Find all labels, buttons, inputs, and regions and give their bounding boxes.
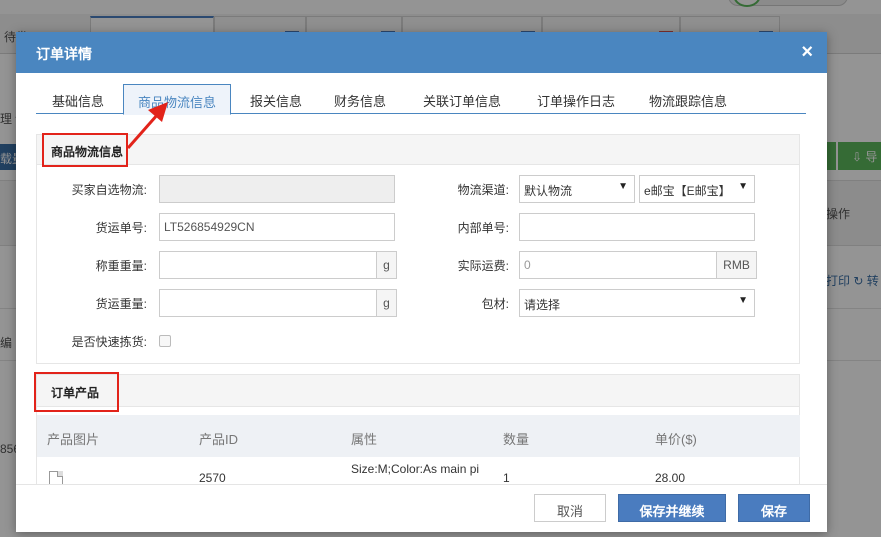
table-row: 2570 Size:M;Color:As main pi 1 28.00 — [37, 457, 800, 484]
products-section: 订单产品 产品图片 产品ID 属性 数量 单价($) 2570 Size:M;C… — [36, 374, 800, 484]
column-header-image: 产品图片 — [47, 432, 100, 447]
weigh-weight-input[interactable] — [159, 251, 377, 279]
modal-content[interactable]: 商品物流信息 买家自选物流: 物流渠道: 默认物流 ▼ e邮宝【E邮宝】 ▼ 货… — [36, 134, 800, 484]
logistics-section-header: 商品物流信息 — [37, 135, 799, 165]
packaging-label: 包材: — [481, 297, 509, 311]
modal-footer: 取消 保存并继续 保存 — [16, 484, 827, 532]
modal-title: 订单详情 — [36, 46, 92, 62]
cancel-button[interactable]: 取消 — [534, 494, 606, 522]
ship-weight-unit-addon: g — [377, 289, 397, 317]
quick-pick-label: 是否快速拣货: — [71, 335, 147, 349]
logistics-section: 商品物流信息 买家自选物流: 物流渠道: 默认物流 ▼ e邮宝【E邮宝】 ▼ 货… — [36, 134, 800, 364]
carrier-select[interactable]: e邮宝【E邮宝】 ▼ — [639, 175, 755, 203]
freight-unit-addon: RMB — [717, 251, 757, 279]
save-button[interactable]: 保存 — [738, 494, 810, 522]
column-header-unit-price: 单价($) — [655, 432, 697, 447]
quantity-cell: 1 — [503, 471, 510, 484]
carrier-select-value: e邮宝【E邮宝】 — [644, 184, 731, 198]
tab-customs-info[interactable]: 报关信息 — [246, 84, 306, 114]
freight-label: 实际运费: — [457, 259, 509, 273]
ship-weight-input[interactable] — [159, 289, 377, 317]
column-header-quantity: 数量 — [503, 432, 530, 447]
products-table-header: 产品图片 产品ID 属性 数量 单价($) — [37, 415, 800, 457]
channel-select-value: 默认物流 — [524, 184, 573, 198]
products-section-header: 订单产品 — [37, 375, 799, 407]
modal-header: 订单详情 × — [16, 32, 827, 73]
attributes-cell: Size:M;Color:As main pi — [351, 462, 480, 476]
dropdown-arrow-icon: ▼ — [738, 181, 748, 192]
buyer-logistics-label: 买家自选物流: — [71, 183, 147, 197]
internal-number-input[interactable] — [519, 213, 755, 241]
tab-basic-info[interactable]: 基础信息 — [46, 84, 110, 114]
column-header-attributes: 属性 — [351, 432, 378, 447]
dropdown-arrow-icon: ▼ — [618, 181, 628, 192]
order-detail-modal: 订单详情 × 基础信息 商品物流信息 报关信息 财务信息 关联订单信息 订单操作… — [16, 32, 827, 532]
image-placeholder-icon — [49, 471, 63, 484]
dropdown-arrow-icon: ▼ — [738, 295, 748, 306]
close-icon[interactable]: × — [801, 41, 813, 63]
tracking-label: 货运单号: — [95, 221, 147, 235]
product-id-cell: 2570 — [199, 471, 226, 484]
tab-bar: 基础信息 商品物流信息 报关信息 财务信息 关联订单信息 订单操作日志 物流跟踪… — [36, 84, 806, 115]
quick-pick-checkbox[interactable] — [159, 335, 171, 347]
buyer-logistics-input — [159, 175, 395, 203]
column-header-product-id: 产品ID — [199, 432, 239, 447]
save-and-continue-button[interactable]: 保存并继续 — [618, 494, 726, 522]
packaging-select-value: 请选择 — [524, 298, 561, 312]
tab-logistics-tracking[interactable]: 物流跟踪信息 — [642, 84, 734, 114]
channel-select[interactable]: 默认物流 ▼ — [519, 175, 635, 203]
weigh-weight-label: 称重重量: — [95, 259, 147, 273]
channel-label: 物流渠道: — [457, 183, 509, 197]
internal-number-label: 内部单号: — [457, 221, 509, 235]
products-section-title: 订单产品 — [51, 386, 100, 400]
tab-operation-log[interactable]: 订单操作日志 — [530, 84, 622, 114]
tab-product-logistics[interactable]: 商品物流信息 — [123, 84, 231, 115]
unit-price-cell: 28.00 — [655, 471, 686, 484]
tracking-number-input[interactable] — [159, 213, 395, 241]
tab-related-orders[interactable]: 关联订单信息 — [416, 84, 508, 114]
logistics-section-title: 商品物流信息 — [51, 145, 124, 159]
tab-finance-info[interactable]: 财务信息 — [328, 84, 392, 114]
freight-input[interactable] — [519, 251, 717, 279]
ship-weight-label: 货运重量: — [95, 297, 147, 311]
weigh-unit-addon: g — [377, 251, 397, 279]
packaging-select[interactable]: 请选择 ▼ — [519, 289, 755, 317]
